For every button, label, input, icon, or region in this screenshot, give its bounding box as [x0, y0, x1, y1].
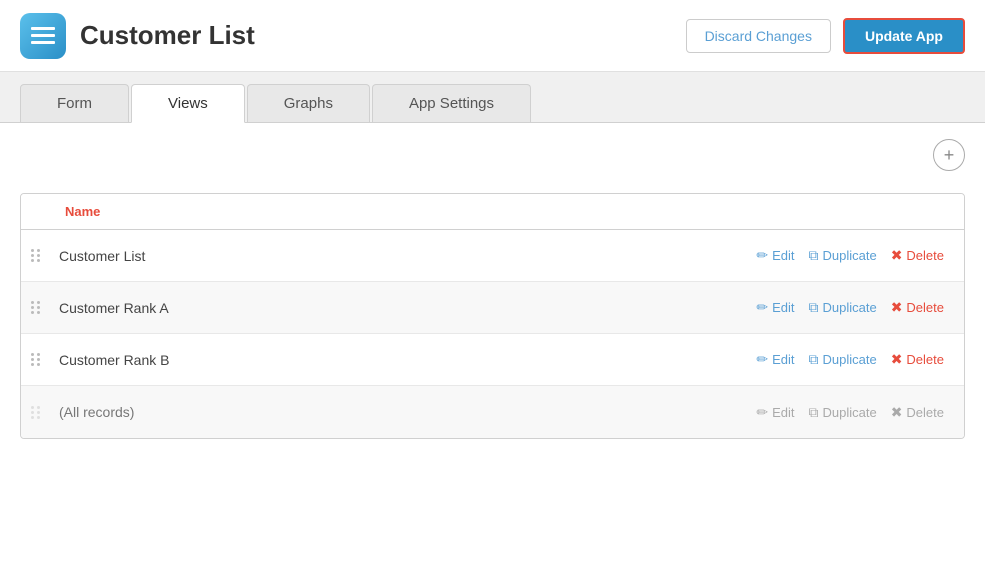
- duplicate-label: Duplicate: [822, 248, 876, 263]
- table-header: Name: [21, 194, 964, 230]
- row-name: (All records): [51, 404, 724, 420]
- edit-icon: ✏: [756, 247, 768, 264]
- delete-icon: ✖: [891, 299, 903, 316]
- row-name: Customer List: [51, 248, 724, 264]
- row-actions: ✏ Edit ⧉ Duplicate ✖ Delete: [724, 349, 964, 370]
- duplicate-button-disabled: ⧉ Duplicate: [804, 402, 880, 423]
- column-name-header: Name: [37, 204, 948, 219]
- table-row: Customer Rank A ✏ Edit ⧉ Duplicate ✖ Del…: [21, 282, 964, 334]
- drag-dots: [31, 406, 41, 419]
- drag-dots: [31, 249, 41, 262]
- page-title: Customer List: [80, 20, 255, 51]
- edit-label: Edit: [772, 405, 794, 420]
- update-app-button[interactable]: Update App: [843, 18, 965, 54]
- row-name: Customer Rank B: [51, 352, 724, 368]
- drag-handle[interactable]: [21, 249, 51, 262]
- table-row: (All records) ✏ Edit ⧉ Duplicate ✖ Delet…: [21, 386, 964, 438]
- duplicate-button[interactable]: ⧉ Duplicate: [804, 245, 880, 266]
- row-actions: ✏ Edit ⧉ Duplicate ✖ Delete: [724, 297, 964, 318]
- delete-label: Delete: [906, 352, 944, 367]
- drag-dots: [31, 301, 41, 314]
- delete-icon: ✖: [891, 247, 903, 264]
- drag-dots: [31, 353, 41, 366]
- duplicate-label: Duplicate: [822, 300, 876, 315]
- main-content: + Name Custome: [0, 123, 985, 583]
- edit-button-disabled: ✏ Edit: [752, 402, 798, 423]
- duplicate-icon: ⧉: [808, 247, 818, 264]
- plus-icon: +: [944, 145, 955, 166]
- duplicate-button[interactable]: ⧉ Duplicate: [804, 297, 880, 318]
- edit-button[interactable]: ✏ Edit: [752, 297, 798, 318]
- delete-button-disabled: ✖ Delete: [887, 402, 948, 423]
- delete-icon: ✖: [891, 404, 903, 421]
- row-name: Customer Rank A: [51, 300, 724, 316]
- edit-icon: ✏: [756, 299, 768, 316]
- list-icon: [29, 22, 57, 50]
- delete-button[interactable]: ✖ Delete: [887, 297, 948, 318]
- duplicate-label: Duplicate: [822, 405, 876, 420]
- edit-icon: ✏: [756, 404, 768, 421]
- edit-label: Edit: [772, 300, 794, 315]
- duplicate-button[interactable]: ⧉ Duplicate: [804, 349, 880, 370]
- header: Customer List Discard Changes Update App: [0, 0, 985, 72]
- edit-label: Edit: [772, 248, 794, 263]
- edit-button[interactable]: ✏ Edit: [752, 245, 798, 266]
- delete-label: Delete: [906, 300, 944, 315]
- delete-label: Delete: [906, 248, 944, 263]
- add-view-button[interactable]: +: [933, 139, 965, 171]
- tab-app-settings[interactable]: App Settings: [372, 84, 531, 122]
- header-left: Customer List: [20, 13, 255, 59]
- duplicate-icon: ⧉: [808, 404, 818, 421]
- edit-icon: ✏: [756, 351, 768, 368]
- app-icon: [20, 13, 66, 59]
- drag-handle: [21, 406, 51, 419]
- app-container: Customer List Discard Changes Update App…: [0, 0, 985, 583]
- views-table: Name Customer List ✏: [20, 193, 965, 439]
- duplicate-icon: ⧉: [808, 299, 818, 316]
- duplicate-label: Duplicate: [822, 352, 876, 367]
- row-actions: ✏ Edit ⧉ Duplicate ✖ Delete: [724, 245, 964, 266]
- edit-label: Edit: [772, 352, 794, 367]
- tab-form[interactable]: Form: [20, 84, 129, 122]
- row-actions: ✏ Edit ⧉ Duplicate ✖ Delete: [724, 402, 964, 423]
- discard-changes-button[interactable]: Discard Changes: [686, 19, 831, 53]
- delete-button[interactable]: ✖ Delete: [887, 349, 948, 370]
- delete-label: Delete: [906, 405, 944, 420]
- edit-button[interactable]: ✏ Edit: [752, 349, 798, 370]
- delete-button[interactable]: ✖ Delete: [887, 245, 948, 266]
- table-row: Customer List ✏ Edit ⧉ Duplicate ✖ Delet…: [21, 230, 964, 282]
- delete-icon: ✖: [891, 351, 903, 368]
- tabs-bar: Form Views Graphs App Settings: [0, 72, 985, 123]
- tab-views[interactable]: Views: [131, 84, 245, 123]
- duplicate-icon: ⧉: [808, 351, 818, 368]
- drag-handle[interactable]: [21, 301, 51, 314]
- table-row: Customer Rank B ✏ Edit ⧉ Duplicate ✖ Del…: [21, 334, 964, 386]
- header-right: Discard Changes Update App: [686, 18, 965, 54]
- drag-handle[interactable]: [21, 353, 51, 366]
- tab-graphs[interactable]: Graphs: [247, 84, 370, 122]
